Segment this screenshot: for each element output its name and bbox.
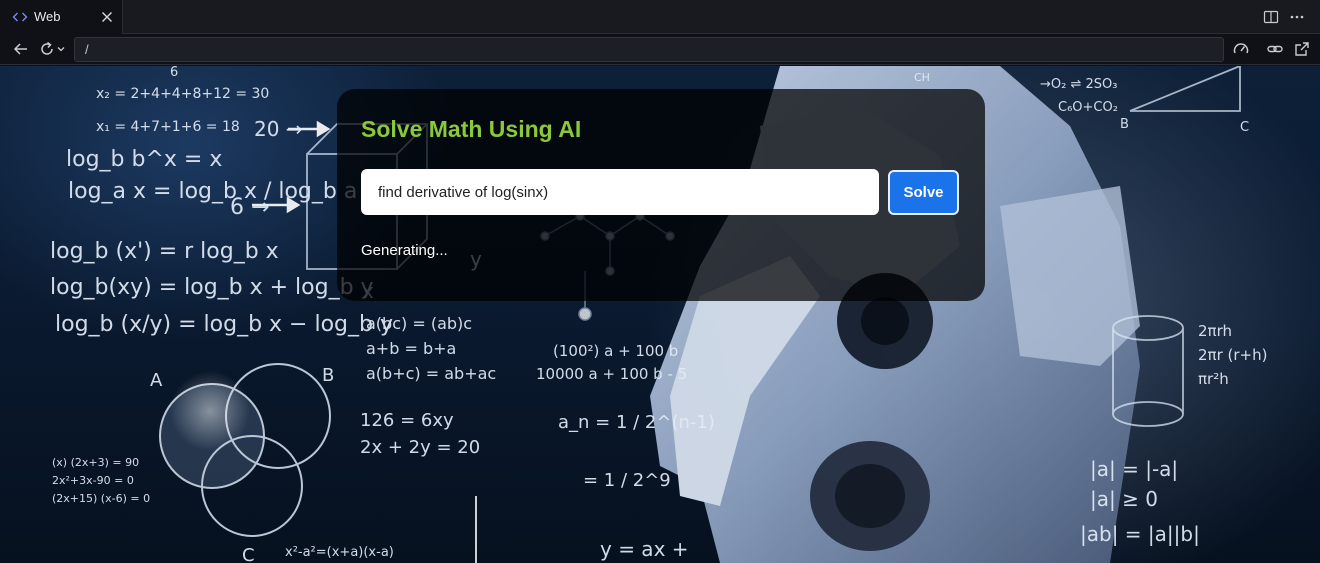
svg-text:log_b (x/y) = log_b x − log_b: log_b (x/y) = log_b x − log_b y <box>55 312 393 337</box>
svg-text:B: B <box>1120 117 1129 132</box>
svg-text:a(bc) = (ab)c: a(bc) = (ab)c <box>366 314 472 333</box>
tab-web[interactable]: Web <box>0 0 123 34</box>
svg-text:= 1 / 2^9: = 1 / 2^9 <box>583 470 671 491</box>
arrow-left-icon[interactable] <box>12 40 30 58</box>
svg-text:B: B <box>322 365 334 386</box>
svg-text:|a| = |-a|: |a| = |-a| <box>1090 457 1178 481</box>
svg-text:πr²h: πr²h <box>1198 370 1229 388</box>
svg-text:log_b(xy) = log_b x + log_b y: log_b(xy) = log_b x + log_b y <box>50 275 374 300</box>
svg-text:A: A <box>150 370 163 391</box>
svg-text:|a| ≥ 0: |a| ≥ 0 <box>1090 487 1158 511</box>
tab-label: Web <box>34 9 61 24</box>
svg-text:2x²+3x-90 = 0: 2x²+3x-90 = 0 <box>52 474 134 487</box>
svg-text:log_b (x') = r log_b x: log_b (x') = r log_b x <box>50 239 279 264</box>
more-icon[interactable] <box>1289 9 1305 25</box>
svg-text:2πr (r+h): 2πr (r+h) <box>1198 346 1267 364</box>
page-viewport: 6 x₂ = 2+4+4+8+12 = 30 x₁ = 4+7+1+6 = 18… <box>0 66 1320 563</box>
solve-button[interactable]: Solve <box>888 170 959 215</box>
svg-text:20 →: 20 → <box>254 117 303 141</box>
svg-text:x²-a²=(x+a)(x-a): x²-a²=(x+a)(x-a) <box>285 545 394 560</box>
svg-text:x₂ = 2+4+4+8+12 = 30: x₂ = 2+4+4+8+12 = 30 <box>96 86 269 102</box>
svg-text:a+b = b+a: a+b = b+a <box>366 339 456 358</box>
svg-text:C: C <box>242 545 255 563</box>
question-input[interactable] <box>361 169 879 215</box>
svg-text:a(b+c) = ab+ac: a(b+c) = ab+ac <box>366 364 496 383</box>
svg-text:a_n = 1 / 2^(n-1): a_n = 1 / 2^(n-1) <box>558 412 715 433</box>
svg-text:(100²) a + 100 b: (100²) a + 100 b <box>553 342 678 360</box>
svg-text:|ab| = |a||b|: |ab| = |a||b| <box>1080 522 1200 546</box>
navigation-bar: / <box>0 34 1320 65</box>
svg-text:y = ax +: y = ax + <box>600 537 689 561</box>
svg-text:log_b b^x = x: log_b b^x = x <box>66 147 222 172</box>
svg-text:(x) (2x+3) = 90: (x) (2x+3) = 90 <box>52 456 139 469</box>
svg-text:log_a x = log_b x / log_b a: log_a x = log_b x / log_b a <box>68 179 357 204</box>
page-title: Solve Math Using AI <box>361 116 582 142</box>
url-text: / <box>85 42 89 57</box>
link-icon[interactable] <box>1266 40 1284 58</box>
external-link-icon[interactable] <box>1293 40 1311 58</box>
svg-text:2x + 2y = 20: 2x + 2y = 20 <box>360 437 480 458</box>
address-bar[interactable]: / <box>74 37 1224 62</box>
svg-text:126 = 6xy: 126 = 6xy <box>360 410 454 431</box>
svg-text:CH: CH <box>914 71 930 84</box>
svg-text:C₆O+CO₂: C₆O+CO₂ <box>1058 100 1118 115</box>
tab-bar: Web <box>0 0 1320 34</box>
svg-text:2πrh: 2πrh <box>1198 322 1232 340</box>
close-icon[interactable] <box>99 9 115 25</box>
svg-text:(2x+15) (x-6) = 0: (2x+15) (x-6) = 0 <box>52 492 150 505</box>
code-icon <box>12 12 28 22</box>
svg-text:6: 6 <box>170 66 178 80</box>
reload-icon[interactable] <box>38 40 56 58</box>
svg-text:6 →: 6 → <box>230 195 269 220</box>
svg-text:→O₂ ⇌ 2SO₃: →O₂ ⇌ 2SO₃ <box>1040 77 1117 92</box>
svg-text:C: C <box>1240 120 1249 135</box>
chevron-down-icon[interactable] <box>56 40 66 58</box>
svg-text:x₁ = 4+7+1+6 = 18: x₁ = 4+7+1+6 = 18 <box>96 119 240 135</box>
status-text: Generating... <box>361 242 448 259</box>
svg-text:10000 a + 100 b - 5: 10000 a + 100 b - 5 <box>536 365 687 383</box>
split-editor-icon[interactable] <box>1263 9 1279 25</box>
solver-card: Solve Math Using AI Solve Generating... <box>337 89 985 301</box>
gauge-icon[interactable] <box>1232 40 1250 58</box>
